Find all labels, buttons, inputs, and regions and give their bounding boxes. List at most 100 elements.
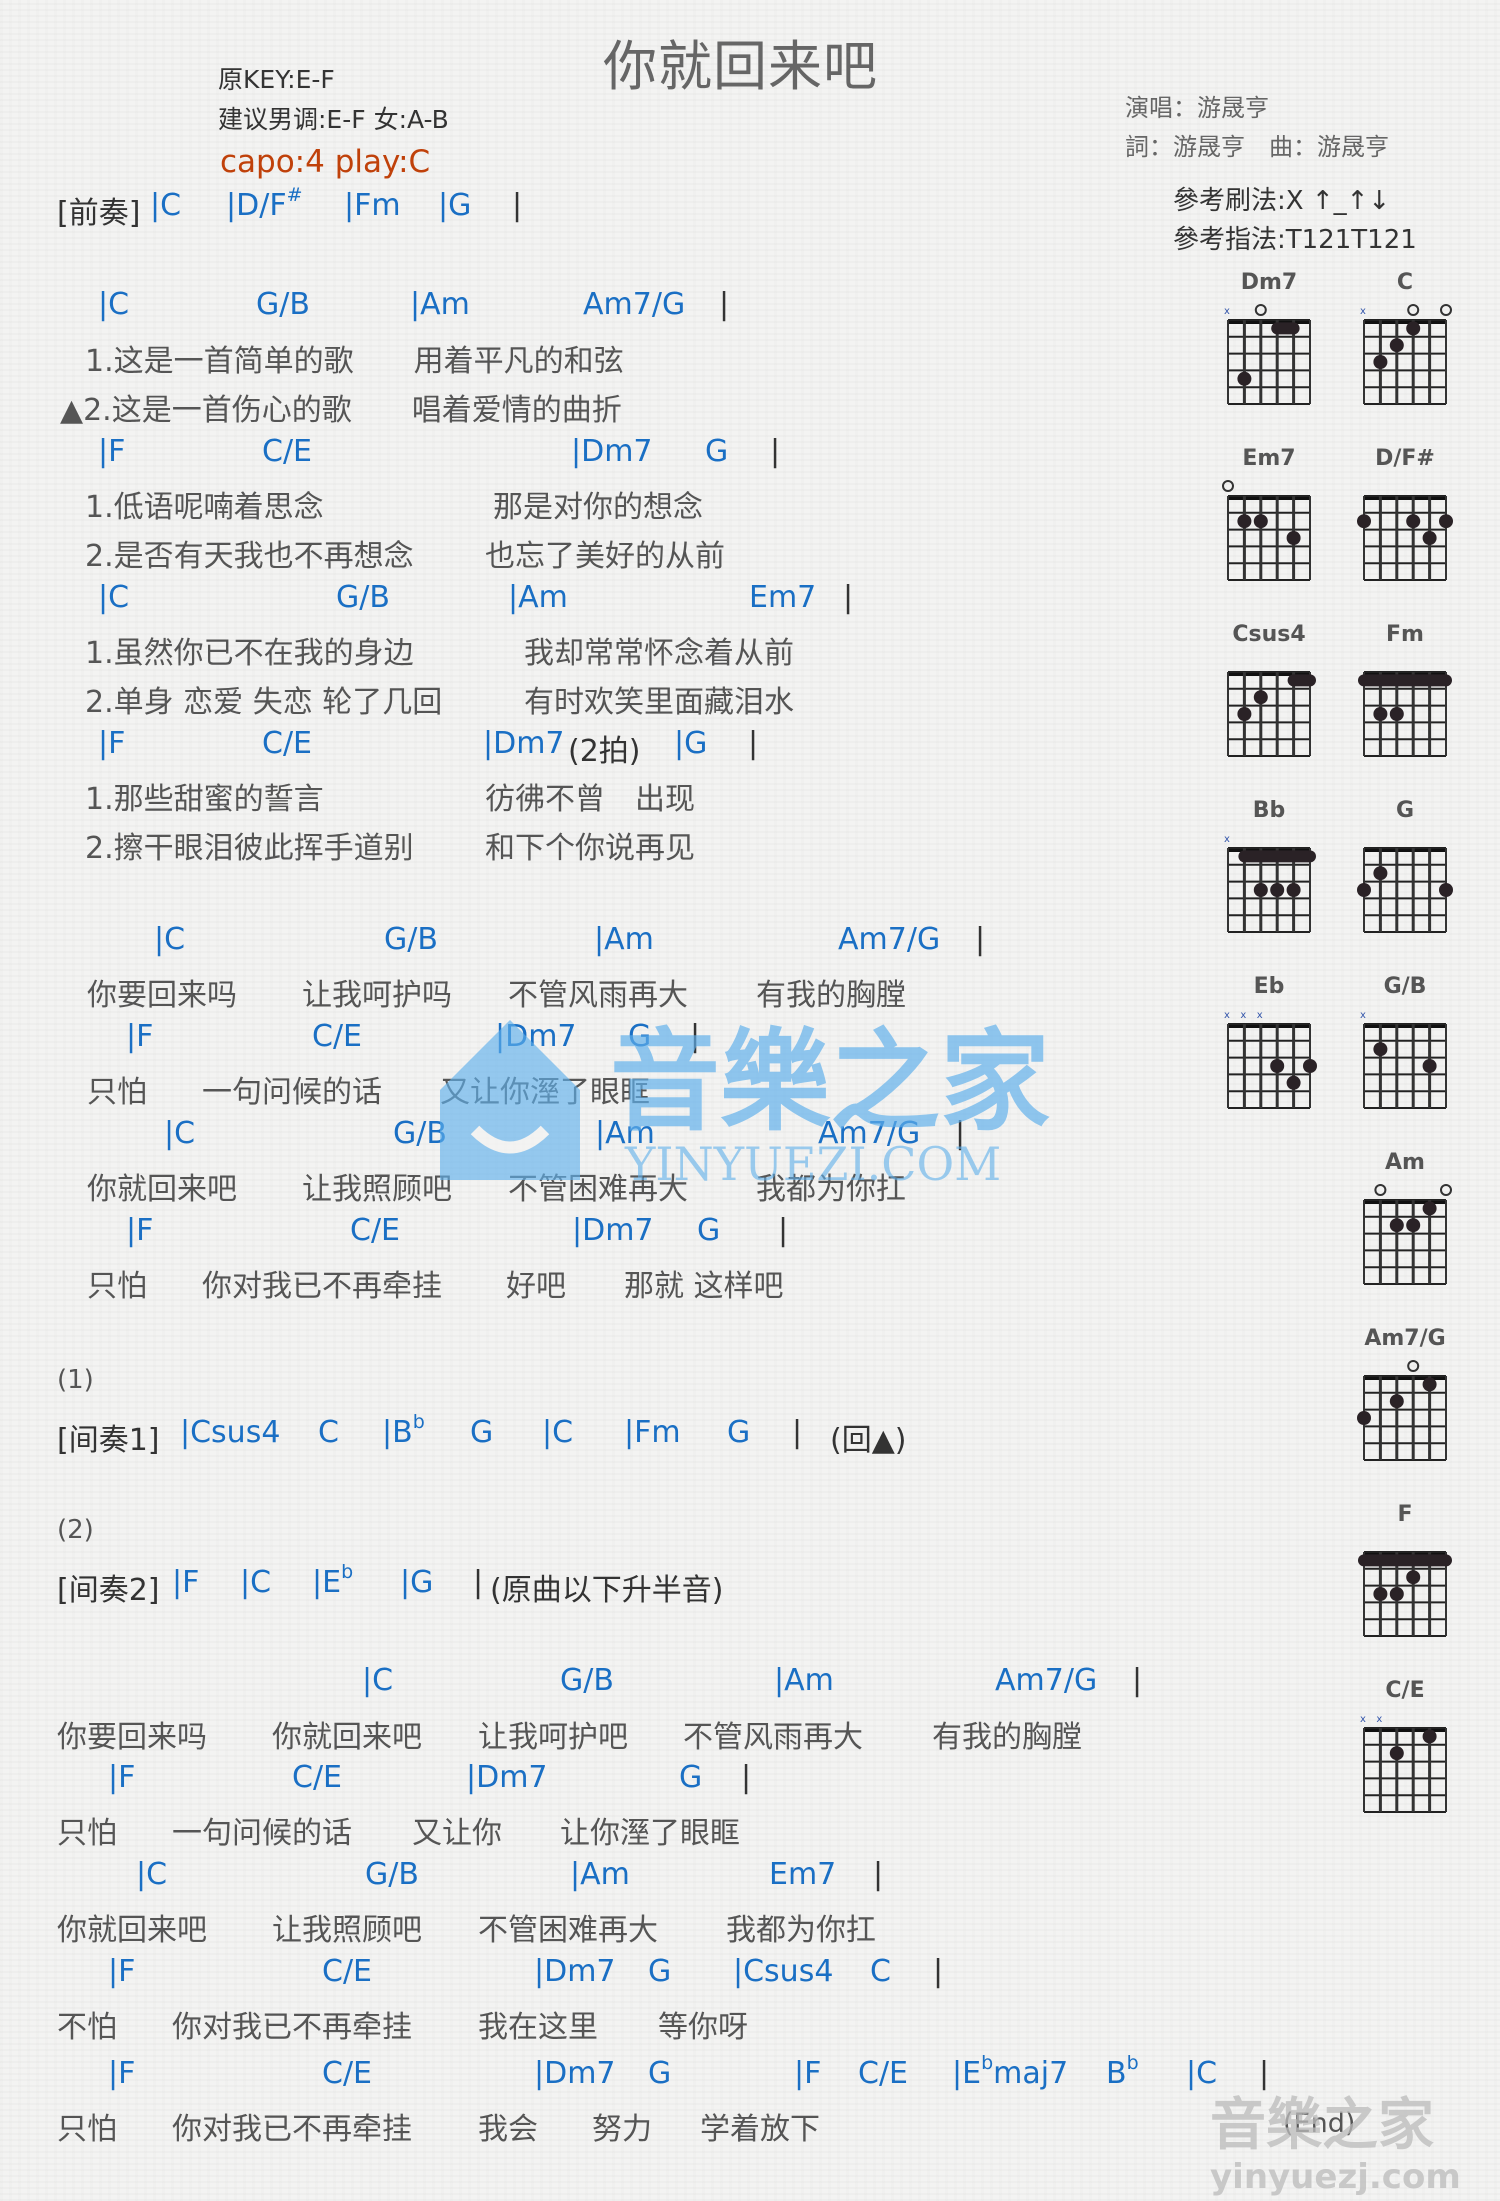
lyric-line: 我却常常怀念着从前 bbox=[524, 636, 794, 671]
barre bbox=[1358, 1554, 1452, 1567]
chord-diagram-name: Eb bbox=[1253, 974, 1285, 999]
finger-dot bbox=[1389, 1587, 1404, 1601]
lyric-line: 1.这是一首简单的歌 用着平凡的和弦 bbox=[85, 344, 624, 379]
chord: |Am bbox=[410, 287, 470, 322]
bar-line: | bbox=[741, 1760, 752, 1795]
finger-dot bbox=[1357, 883, 1371, 897]
chord-diagram-name: C/E bbox=[1385, 1678, 1425, 1703]
lyric-phrase: 让我照顾吧 bbox=[272, 1913, 422, 1948]
open-string-marker bbox=[1222, 480, 1234, 492]
chord: |Ebmaj7 bbox=[952, 2052, 1069, 2091]
chord: |D/F# bbox=[226, 184, 303, 223]
barre bbox=[1358, 674, 1452, 687]
capo-info: capo:4 play:C bbox=[220, 144, 431, 180]
chord: G/B bbox=[336, 580, 390, 615]
finger-dot bbox=[1389, 1746, 1404, 1761]
bar-line: | bbox=[512, 188, 523, 223]
finger-dot bbox=[1373, 866, 1388, 881]
open-string-marker bbox=[1440, 1184, 1452, 1196]
lyric-phrase: 你对我已不再牵挂 bbox=[202, 1269, 442, 1304]
finger-dot bbox=[1373, 1042, 1388, 1057]
chord: |G bbox=[438, 188, 472, 223]
lyric-phrase: 等你呀 bbox=[658, 2010, 748, 2045]
lyric-phrase: 又让你 bbox=[412, 1816, 502, 1851]
house-logo-icon bbox=[440, 1020, 580, 1180]
lyric-line: 1.那些甜蜜的誓言 bbox=[85, 782, 324, 817]
finger-dot bbox=[1422, 1201, 1437, 1216]
muted-string-marker: x bbox=[1240, 1010, 1246, 1021]
watermark-en: YINYUEZI.COM bbox=[624, 1137, 1001, 1191]
muted-string-marker: x bbox=[1224, 306, 1230, 317]
finger-dot bbox=[1422, 531, 1437, 545]
chord: Bb bbox=[1106, 2052, 1139, 2091]
lyric-line: 有时欢笑里面藏泪水 bbox=[524, 685, 794, 720]
chord: Am7/G bbox=[995, 1663, 1098, 1698]
chord: |F bbox=[108, 2056, 136, 2091]
lyric-phrase: 只怕 bbox=[87, 1269, 147, 1304]
finger-dot bbox=[1373, 355, 1388, 369]
lyric-line: 1.虽然你已不在我的身边 bbox=[85, 636, 414, 671]
muted-string-marker: x bbox=[1360, 1714, 1366, 1725]
open-string-marker bbox=[1374, 1184, 1387, 1196]
corner-watermark-en: yinyuezj.com bbox=[1210, 2157, 1461, 2197]
chord: |Dm7 bbox=[534, 2056, 616, 2091]
lyric-line: 1.低语呢喃着思念 bbox=[85, 490, 324, 525]
chord: G bbox=[470, 1415, 494, 1450]
open-string-marker bbox=[1440, 304, 1452, 316]
lyric-phrase: 我会 bbox=[478, 2112, 538, 2147]
chord: |Am bbox=[774, 1663, 834, 1698]
chord: C/E bbox=[322, 1954, 373, 1989]
chord: |Am bbox=[570, 1857, 630, 1892]
finger-dot bbox=[1253, 883, 1268, 897]
watermark-cn: 音樂之家 bbox=[610, 1018, 1050, 1146]
key-change-note: (原曲以下升半音) bbox=[490, 1573, 724, 1608]
chord: |C bbox=[164, 1116, 196, 1151]
chord: G bbox=[679, 1760, 703, 1795]
lyric-phrase: 只怕 bbox=[57, 1816, 117, 1851]
open-string-marker bbox=[1254, 304, 1267, 316]
chord: |Am bbox=[508, 580, 568, 615]
chord: C/E bbox=[262, 726, 313, 761]
finger-dot bbox=[1253, 690, 1268, 705]
lyric-line: 和下个你说再见 bbox=[485, 831, 695, 866]
finger-dot bbox=[1422, 1729, 1437, 1744]
lyric-phrase: 不管困难再大 bbox=[478, 1913, 658, 1948]
lyric-line: ▲2.这是一首伤心的歌 唱着爱情的曲折 bbox=[60, 393, 622, 428]
lyric-line: 2.擦干眼泪彼此挥手道别 bbox=[85, 831, 414, 866]
finger-dot bbox=[1286, 883, 1301, 897]
chord: |C bbox=[98, 580, 130, 615]
lyric-phrase: 你要回来吗 bbox=[87, 978, 237, 1013]
chord: |C bbox=[136, 1857, 168, 1892]
chord: |G bbox=[674, 726, 708, 761]
muted-string-marker: x bbox=[1376, 1714, 1382, 1725]
finger-dot bbox=[1270, 883, 1285, 897]
chord-diagram-name: Bb bbox=[1252, 798, 1286, 823]
repeat-back-note: (回▲) bbox=[830, 1423, 907, 1458]
lyric-line: 那是对你的想念 bbox=[493, 490, 703, 525]
chord: |F bbox=[126, 1213, 154, 1248]
chord: |F bbox=[172, 1565, 200, 1600]
chord: |Dm7 bbox=[483, 726, 565, 761]
finger-dot bbox=[1237, 371, 1252, 386]
finger-dot bbox=[1406, 1570, 1421, 1585]
finger-dot bbox=[1253, 514, 1268, 529]
bar-line: | bbox=[975, 922, 986, 957]
chord: C/E bbox=[322, 2056, 373, 2091]
lyric-phrase: 让我呵护吧 bbox=[478, 1720, 628, 1755]
chord: G bbox=[648, 1954, 672, 1989]
finger-dot bbox=[1406, 514, 1421, 529]
finger-dot bbox=[1237, 707, 1252, 721]
chord: |Csus4 bbox=[180, 1415, 281, 1450]
bar-line: | bbox=[933, 1954, 944, 1989]
section-number: (2) bbox=[57, 1515, 94, 1545]
chord-diagram-name: C bbox=[1396, 270, 1414, 295]
lyric-line: 2.是否有天我也不再想念 bbox=[85, 539, 414, 574]
bar-line: | bbox=[719, 287, 730, 322]
lyric-phrase: 学着放下 bbox=[700, 2112, 820, 2147]
chord: G bbox=[697, 1213, 721, 1248]
corner-watermark-cn: 音樂之家 bbox=[1210, 2093, 1434, 2158]
finger-dot bbox=[1389, 707, 1404, 721]
chord: G/B bbox=[560, 1663, 614, 1698]
barre bbox=[1238, 850, 1316, 863]
chord: G bbox=[727, 1415, 751, 1450]
